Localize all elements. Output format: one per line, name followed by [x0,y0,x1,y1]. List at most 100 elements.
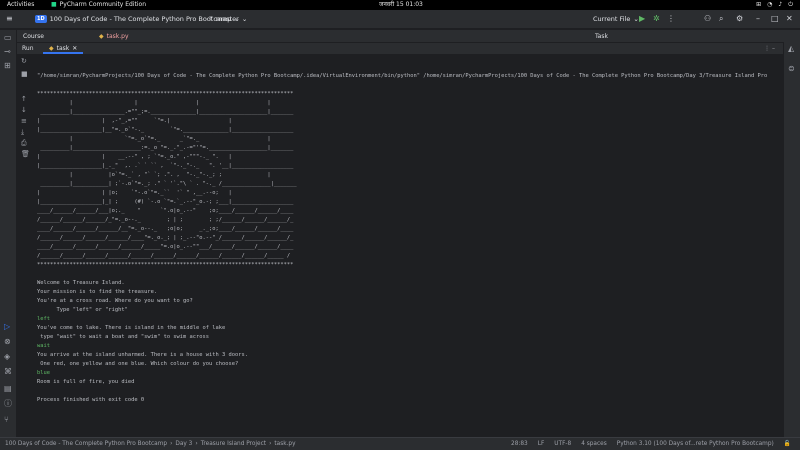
lock-icon[interactable]: 🔓 [784,441,791,447]
console-output-line: | |o`"=._` , "` `; .". , "-._"-._; ; | [37,172,271,178]
console-output-line: ____/______/______/___|o;._ " `".o|o_.--… [37,208,294,214]
console-output-line: /______/______/______/______/____"=._o._… [37,235,294,241]
close-icon[interactable]: ✕ [72,45,77,52]
cursor-position[interactable]: 28:83 [511,441,528,447]
console-output-line: _________|________________.=""_;=.______… [37,109,294,115]
database-icon[interactable]: ⊜ [788,65,795,73]
system-top-bar: Activities ■ PyCharm Community Edition जन… [0,0,800,10]
user-icon[interactable]: ⚇ [704,15,711,23]
grid-icon[interactable]: ⊞ [756,0,761,10]
main-menu-icon[interactable]: ≡ [6,15,13,23]
chevron-right-icon: › [195,441,198,447]
console-output-line: You're at a cross road. Where do you wan… [37,298,193,304]
console-input-line: left [37,316,50,322]
console-output-line: | | __.--" , ; `"=._o." ,-"""-._ ". | [37,154,232,160]
branch-icon: ᛘ [209,15,213,23]
breadcrumb-item[interactable]: Day 3 [175,441,192,447]
python-console-icon[interactable]: ⌘ [4,368,12,376]
console-output-line: Your mission is to find the treasure. [37,289,158,295]
chevron-right-icon: › [269,441,272,447]
status-bar: 100 Days of Code - The Complete Python P… [0,437,800,450]
problems-icon[interactable]: ⓘ [4,400,12,408]
python-interpreter[interactable]: Python 3.10 (100 Days of...rete Python P… [617,441,774,447]
wifi-icon[interactable]: ◔ [767,0,772,10]
power-icon[interactable]: ⏻ [788,0,793,10]
console-output-line: Room is full of fire, you died [37,379,135,385]
tab-task-py-label: task.py [106,32,129,40]
console-output-line: ____/______/______/______/__"=._o--._ ;o… [37,226,294,232]
console-output-line: /______/______/______/______/______/____… [37,253,291,259]
debug-icon[interactable]: ✲ [653,15,660,23]
wrap-icon[interactable]: ≡ [21,118,27,125]
console-output-line: /______/______/______/_"=._o--._ ; | ; ;… [37,217,294,223]
down-icon[interactable]: ↓ [21,107,27,114]
breadcrumb-item[interactable]: Treasure Island Project [201,441,266,447]
indent-setting[interactable]: 4 spaces [581,441,607,447]
system-tray[interactable]: ⊞ ◔ ♪ ⏻ [756,0,793,10]
console-output[interactable]: "/home/simran/PycharmProjects/100 Days o… [37,72,783,432]
console-output-line: |___________________|_| ; (#) `-.o `"=.`… [37,199,294,205]
right-tool-strip: ◭ ⊜ [783,30,800,437]
up-icon[interactable]: ↑ [21,96,27,103]
console-output-line: | | |o; `"-.o`"=._`` '` " ,__.--o; | [37,190,232,196]
trash-icon[interactable]: 🗑 [21,151,30,158]
python-file-icon: ◆ [49,44,54,52]
commit-icon[interactable]: ⊸ [4,48,11,56]
terminal-icon[interactable]: ▤ [4,385,12,393]
run-panel-header: Run ◆ task ✕ ⋮ – [17,42,783,54]
branch-selector[interactable]: ᛘ master ⌄ [209,15,247,23]
tab-task-py[interactable]: ◆ task.py [99,33,129,40]
console-output-line: You arrive at the island unharmed. There… [37,352,248,358]
app-menu[interactable]: ■ PyCharm Community Edition [51,0,146,10]
console-output-line: "/home/simran/PycharmProjects/100 Days o… [37,73,768,79]
print-icon[interactable]: ⎙ [21,140,27,147]
search-icon[interactable]: ⌕ [719,15,723,23]
tab-task-panel[interactable]: Task [595,33,608,40]
breadcrumb: 100 Days of Code - The Complete Python P… [5,441,296,447]
line-separator[interactable]: LF [538,441,545,447]
console-output-line: You've come to lake. There is island in … [37,325,226,331]
play-icon[interactable]: ▶ [639,15,645,23]
breadcrumb-item[interactable]: 100 Days of Code - The Complete Python P… [5,441,167,447]
maximize-icon[interactable]: □ [771,15,779,23]
volume-icon[interactable]: ♪ [778,0,782,10]
chevron-down-icon: ⌄ [633,15,639,23]
console-output-line: Type "left" or "right" [37,307,128,313]
console-output-line: _________|_____________________:=._o "=.… [37,145,294,151]
run-config-selector[interactable]: Current File ⌄ [593,15,639,23]
close-icon[interactable]: ✕ [786,15,793,23]
more-icon[interactable]: ⋮ [667,15,675,23]
project-badge: 1D [35,15,47,23]
activities-button[interactable]: Activities [7,0,34,10]
app-name: PyCharm Community Edition [59,1,147,8]
left-tool-strip: ▭ ⊸ ⊞ ▷ ⊗ ◈ ⌘ ▤ ⓘ ⑂ [0,30,17,437]
breadcrumb-item[interactable]: task.py [274,441,295,447]
layers-icon[interactable]: ◈ [4,353,10,361]
tab-course[interactable]: Course [23,33,44,40]
run-tab-task[interactable]: ◆ task ✕ [43,44,84,54]
stop-icon[interactable]: ■ [21,71,28,78]
vcs-icon[interactable]: ⑂ [4,416,9,424]
structure-icon[interactable]: ⊞ [4,62,11,70]
notifications-icon[interactable]: ◭ [788,45,794,53]
run-tool-icon[interactable]: ▷ [4,323,10,331]
console-output-line: |___________________|__"=._o`"-._ `"=.__… [37,127,294,133]
run-config-label: Current File [593,15,631,23]
folder-icon[interactable]: ▭ [4,34,12,42]
chevron-right-icon: › [170,441,173,447]
packages-icon[interactable]: ⊗ [4,338,11,346]
console-output-line: One red, one yellow and one blue. Which … [37,361,239,367]
more-icon[interactable]: ⋮ – [764,45,775,52]
settings-icon[interactable]: ⚙ [736,15,743,23]
console-output-line: type "wait" to wait a boat and "swim" to… [37,334,210,340]
file-encoding[interactable]: UTF-8 [554,441,571,447]
console-output-line: _________|___________| ;`-.o`"=._; ." ` … [37,181,297,187]
panel-tabs: Course ◆ task.py Task [17,30,800,42]
rerun-icon[interactable]: ↻ [21,58,27,65]
clock[interactable]: जनवरी 15 01:03 [379,0,423,10]
minimize-icon[interactable]: – [756,15,760,23]
console-output-line: | `"=._o`"=._ _`"=._ | [37,136,271,142]
scroll-end-icon[interactable]: ⤓ [21,129,24,136]
